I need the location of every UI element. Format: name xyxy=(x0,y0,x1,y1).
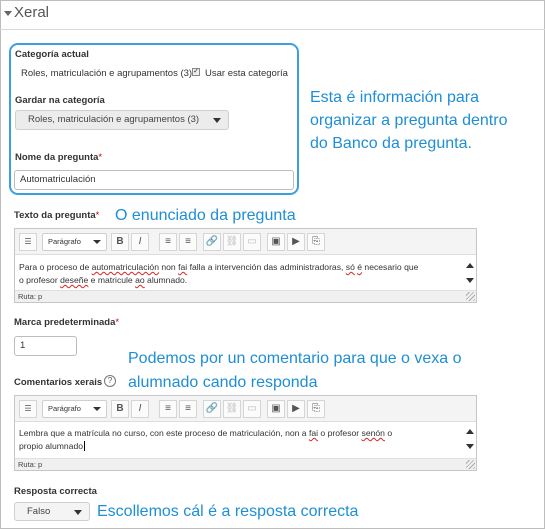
editor-toolbar: ☰ Parágrafo B I ≡ ≡ 🔗 ⛓ ▭ ▣ ▶ ⎘ xyxy=(15,229,476,255)
annotation-category-line1: Esta é información para xyxy=(310,89,479,106)
annotation-feedback-line2: alumnado cando responda xyxy=(128,374,318,391)
image-icon[interactable]: ▣ xyxy=(267,233,285,251)
scroll-down-icon[interactable] xyxy=(466,444,474,449)
numbered-list-button[interactable]: ≡ xyxy=(179,233,197,251)
bold-button[interactable]: B xyxy=(111,400,129,418)
required-mark: * xyxy=(95,210,100,221)
save-in-category-select[interactable]: Roles, matriculación e agrupamentos (3) xyxy=(15,110,229,130)
feedback-text-line-1[interactable]: Lembra que a matrícula no curso, con est… xyxy=(19,427,392,440)
chevron-down-icon xyxy=(93,240,101,244)
correct-answer-value: Falso xyxy=(27,506,51,517)
save-in-category-label: Gardar na categoría xyxy=(15,95,105,106)
annotation-category-line3: do Banco da pregunta. xyxy=(310,135,472,152)
use-this-category-label: Usar esta categoría xyxy=(205,68,288,79)
paragraph-format-value: Parágrafo xyxy=(48,404,81,413)
italic-button[interactable]: I xyxy=(131,233,149,251)
paragraph-format-value: Parágrafo xyxy=(48,237,81,246)
section-divider xyxy=(0,29,545,30)
save-in-category-value: Roles, matriculación e agrupamentos (3) xyxy=(28,114,200,125)
bullet-list-button[interactable]: ≡ xyxy=(159,233,177,251)
feedback-text-line-2[interactable]: propio alumnado​ xyxy=(19,440,86,453)
paragraph-format-select[interactable]: Parágrafo xyxy=(42,400,107,418)
link-icon[interactable]: 🔗 xyxy=(203,400,221,418)
collapse-caret-icon[interactable] xyxy=(4,11,12,16)
bullet-list-button[interactable]: ≡ xyxy=(159,400,177,418)
editor-toolbar: ☰ Parágrafo B I ≡ ≡ 🔗 ⛓ ▭ ▣ ▶ ⎘ xyxy=(15,396,476,422)
toolbar-toggle-icon[interactable]: ☰ xyxy=(19,400,37,418)
annotation-category-line2: organizar a pregunta dentro xyxy=(310,112,508,129)
unlink-icon[interactable]: ⛓ xyxy=(223,233,241,251)
chevron-down-icon xyxy=(93,407,101,411)
editor-path-bar: Ruta: p xyxy=(15,290,476,302)
numbered-list-button[interactable]: ≡ xyxy=(179,400,197,418)
manage-files-icon[interactable]: ⎘ xyxy=(307,233,325,251)
question-text-line-2[interactable]: o profesor deseñe e matricule ao alumnad… xyxy=(19,274,187,287)
annotation-question-text: O enunciado da pregunta xyxy=(115,207,296,224)
chevron-down-icon xyxy=(74,510,82,515)
scroll-up-icon[interactable] xyxy=(466,263,474,268)
bold-button[interactable]: B xyxy=(111,233,129,251)
default-mark-input[interactable]: 1 xyxy=(14,336,77,356)
unlink-icon[interactable]: ⛓ xyxy=(223,400,241,418)
media-icon[interactable]: ▶ xyxy=(287,233,305,251)
italic-button[interactable]: I xyxy=(131,400,149,418)
question-name-label: Nome da pregunta* xyxy=(15,152,103,163)
general-feedback-label: Comentarios xerais xyxy=(14,377,103,388)
required-mark: * xyxy=(115,317,120,328)
image-icon[interactable]: ▣ xyxy=(267,400,285,418)
annotation-answer: Escollemos cál é a resposta correcta xyxy=(97,503,359,520)
scroll-up-icon[interactable] xyxy=(466,429,474,434)
scroll-down-icon[interactable] xyxy=(466,278,474,283)
current-category-value: Roles, matriculación e agrupamentos (3) xyxy=(21,68,193,79)
help-icon[interactable]: ? xyxy=(104,375,116,387)
paragraph-format-select[interactable]: Parágrafo xyxy=(42,233,107,251)
use-this-category-checkbox[interactable]: ✓ xyxy=(192,68,200,76)
link-icon[interactable]: 🔗 xyxy=(203,233,221,251)
toolbar-toggle-icon[interactable]: ☰ xyxy=(19,233,37,251)
question-text-line-1[interactable]: Para o proceso de automatriculación non … xyxy=(19,261,418,274)
editor-path-bar: Ruta: p xyxy=(15,458,476,470)
blank-button[interactable]: ▭ xyxy=(243,233,261,251)
current-category-label: Categoría actual xyxy=(15,49,89,60)
manage-files-icon[interactable]: ⎘ xyxy=(307,400,325,418)
required-mark: * xyxy=(98,152,103,163)
general-feedback-editor: ☰ Parágrafo B I ≡ ≡ 🔗 ⛓ ▭ ▣ ▶ ⎘ Lembra q… xyxy=(14,395,477,471)
media-icon[interactable]: ▶ xyxy=(287,400,305,418)
question-text-label: Texto da pregunta* xyxy=(14,210,100,221)
default-mark-label: Marca predeterminada* xyxy=(14,317,120,328)
annotation-feedback-line1: Podemos por un comentario para que o vex… xyxy=(128,350,462,367)
text-cursor: ​ xyxy=(84,441,86,451)
question-name-input[interactable]: Automatriculación xyxy=(14,170,294,190)
editor-scrollbar[interactable] xyxy=(466,263,474,283)
resize-grip-icon[interactable] xyxy=(466,292,475,301)
resize-grip-icon[interactable] xyxy=(466,460,475,469)
question-text-editor: ☰ Parágrafo B I ≡ ≡ 🔗 ⛓ ▭ ▣ ▶ ⎘ Para o p… xyxy=(14,228,477,303)
section-title[interactable]: Xeral xyxy=(14,4,49,21)
chevron-down-icon xyxy=(213,118,221,123)
blank-button[interactable]: ▭ xyxy=(243,400,261,418)
correct-answer-select[interactable]: Falso xyxy=(14,502,90,521)
correct-answer-label: Resposta correcta xyxy=(14,486,97,497)
editor-scrollbar[interactable] xyxy=(466,429,474,449)
